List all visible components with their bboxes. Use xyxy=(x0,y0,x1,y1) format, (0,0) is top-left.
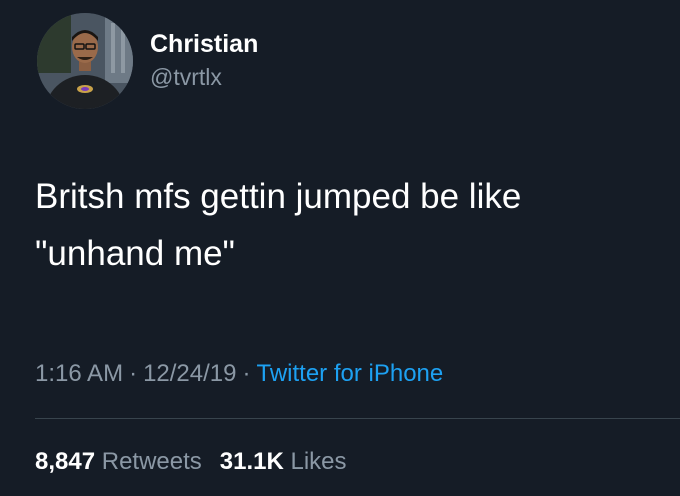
avatar-photo xyxy=(37,13,133,109)
likes-count: 31.1K xyxy=(219,448,284,475)
retweets-label: Retweets xyxy=(101,448,202,475)
meta-separator: · xyxy=(242,360,251,387)
user-handle[interactable]: @tvrtlx xyxy=(150,64,222,91)
tweet-source-link[interactable]: Twitter for iPhone xyxy=(256,360,443,387)
display-name[interactable]: Christian xyxy=(150,30,258,59)
tweet-text-line: "unhand me" xyxy=(35,234,235,273)
tweet-text: Britsh mfs gettin jumped be like "unhand… xyxy=(35,168,655,282)
tweet-text-line: Britsh mfs gettin jumped be like xyxy=(35,177,522,216)
tweet-date: 12/24/19 xyxy=(143,360,237,387)
tweet-meta: 1:16 AM · 12/24/19 · Twitter for iPhone xyxy=(35,360,443,388)
likes-label: Likes xyxy=(290,448,347,475)
meta-separator: · xyxy=(129,360,138,387)
avatar[interactable] xyxy=(37,13,133,109)
tweet-stats: 8,847 Retweets 31.1K Likes xyxy=(35,448,347,476)
divider xyxy=(35,418,680,419)
retweets-count: 8,847 xyxy=(35,448,96,475)
tweet-time: 1:16 AM xyxy=(35,360,124,387)
retweets-stat[interactable]: 8,847 Retweets xyxy=(35,448,202,475)
likes-stat[interactable]: 31.1K Likes xyxy=(220,448,347,475)
tweet-card: Christian @tvrtlx Britsh mfs gettin jump… xyxy=(0,0,680,496)
